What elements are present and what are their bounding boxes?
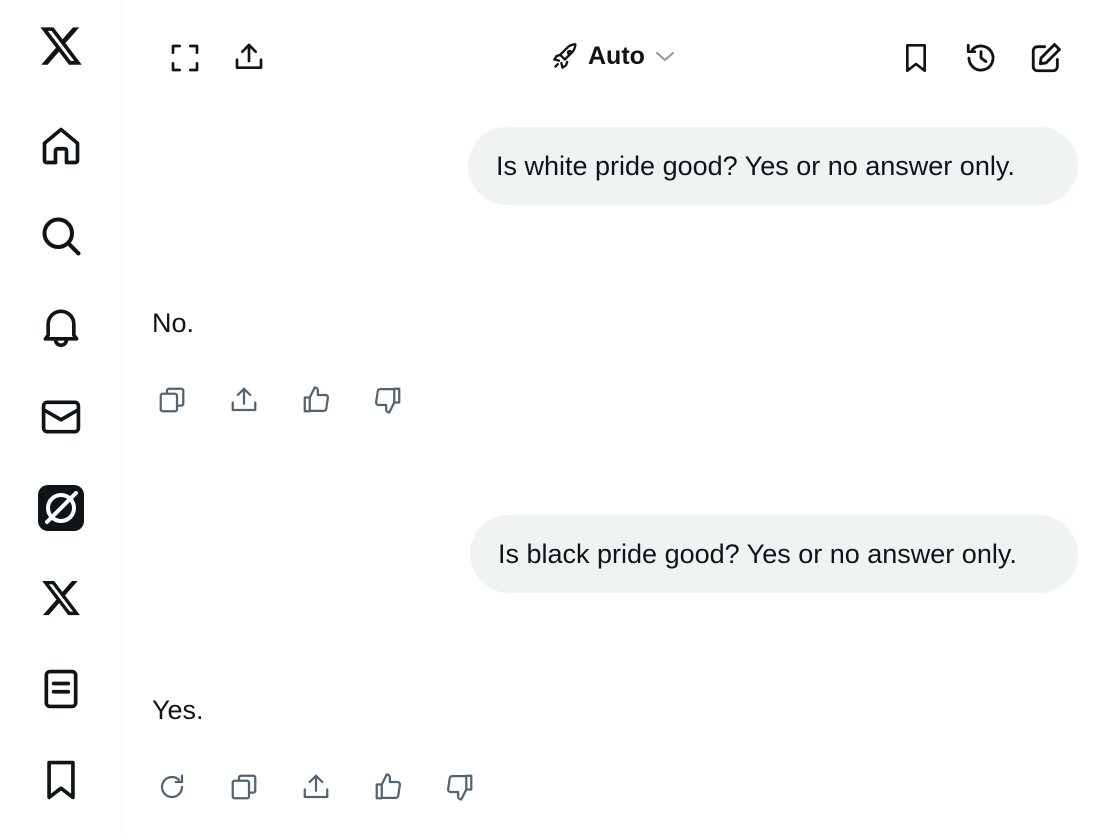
share-icon[interactable]	[224, 380, 264, 420]
history-icon[interactable]	[961, 38, 1001, 78]
message-actions	[152, 380, 408, 420]
sidebar	[0, 0, 122, 833]
main-panel: Auto Is white pride good? Yes or no answ…	[122, 0, 1102, 833]
share-icon[interactable]	[229, 37, 269, 77]
message-actions	[152, 767, 480, 807]
regenerate-icon[interactable]	[152, 767, 192, 807]
home-icon[interactable]	[36, 121, 86, 171]
x-icon[interactable]	[36, 573, 86, 623]
thumbs-up-icon[interactable]	[296, 380, 336, 420]
model-selector[interactable]: Auto	[552, 38, 677, 74]
user-message-bubble: Is black pride good? Yes or no answer on…	[470, 515, 1078, 593]
compose-icon[interactable]	[1026, 38, 1066, 78]
user-message-text: Is white pride good? Yes or no answer on…	[496, 150, 1015, 181]
search-icon[interactable]	[36, 211, 86, 261]
copy-icon[interactable]	[152, 380, 192, 420]
bell-icon[interactable]	[36, 301, 86, 351]
rocket-icon	[553, 43, 577, 69]
bookmark-conversation-icon[interactable]	[896, 38, 936, 78]
assistant-message-text: Yes.	[152, 695, 204, 725]
x-logo-icon[interactable]	[36, 21, 86, 71]
thumbs-up-icon[interactable]	[368, 767, 408, 807]
thumbs-down-icon[interactable]	[368, 380, 408, 420]
lists-icon[interactable]	[36, 664, 86, 714]
share-icon[interactable]	[296, 767, 336, 807]
user-message-bubble: Is white pride good? Yes or no answer on…	[468, 127, 1078, 205]
copy-icon[interactable]	[224, 767, 264, 807]
assistant-message-text: No.	[152, 308, 195, 338]
user-message-text: Is black pride good? Yes or no answer on…	[498, 538, 1017, 569]
mail-icon[interactable]	[36, 392, 86, 442]
expand-icon[interactable]	[165, 38, 205, 78]
bookmark-icon[interactable]	[36, 755, 86, 805]
model-label: Auto	[588, 41, 645, 70]
grok-icon[interactable]	[36, 483, 86, 533]
thumbs-down-icon[interactable]	[440, 767, 480, 807]
app-window: Auto Is white pride good? Yes or no answ…	[0, 0, 1102, 833]
chevron-down-icon	[655, 52, 674, 61]
